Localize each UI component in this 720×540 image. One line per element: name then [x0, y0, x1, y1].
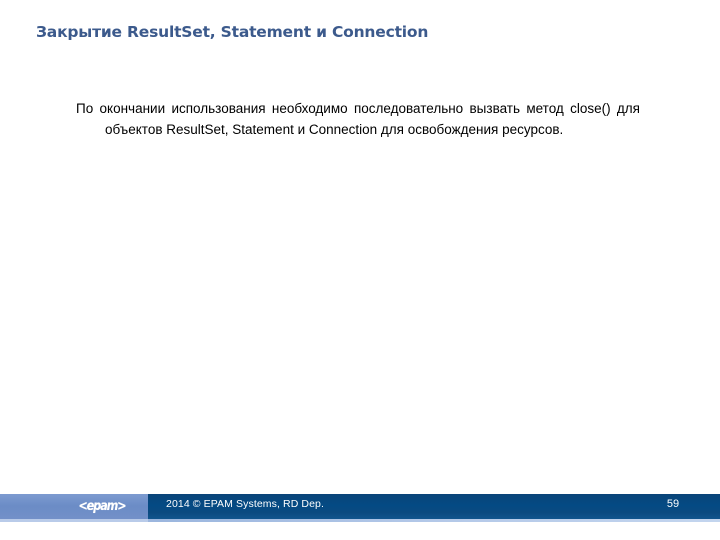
page-title: Закрытие ResultSet, Statement и Connecti… — [36, 23, 429, 41]
footer-underline-left — [0, 519, 148, 522]
slide: Закрытие ResultSet, Statement и Connecti… — [0, 0, 720, 540]
page-number: 59 — [666, 498, 680, 510]
footer-copyright: 2014 © EPAM Systems, RD Dep. — [166, 498, 324, 510]
epam-logo: <epam> — [78, 498, 126, 514]
body-paragraph: По окончании использования необходимо по… — [76, 101, 640, 137]
slide-body: По окончании использования необходимо по… — [76, 98, 640, 140]
